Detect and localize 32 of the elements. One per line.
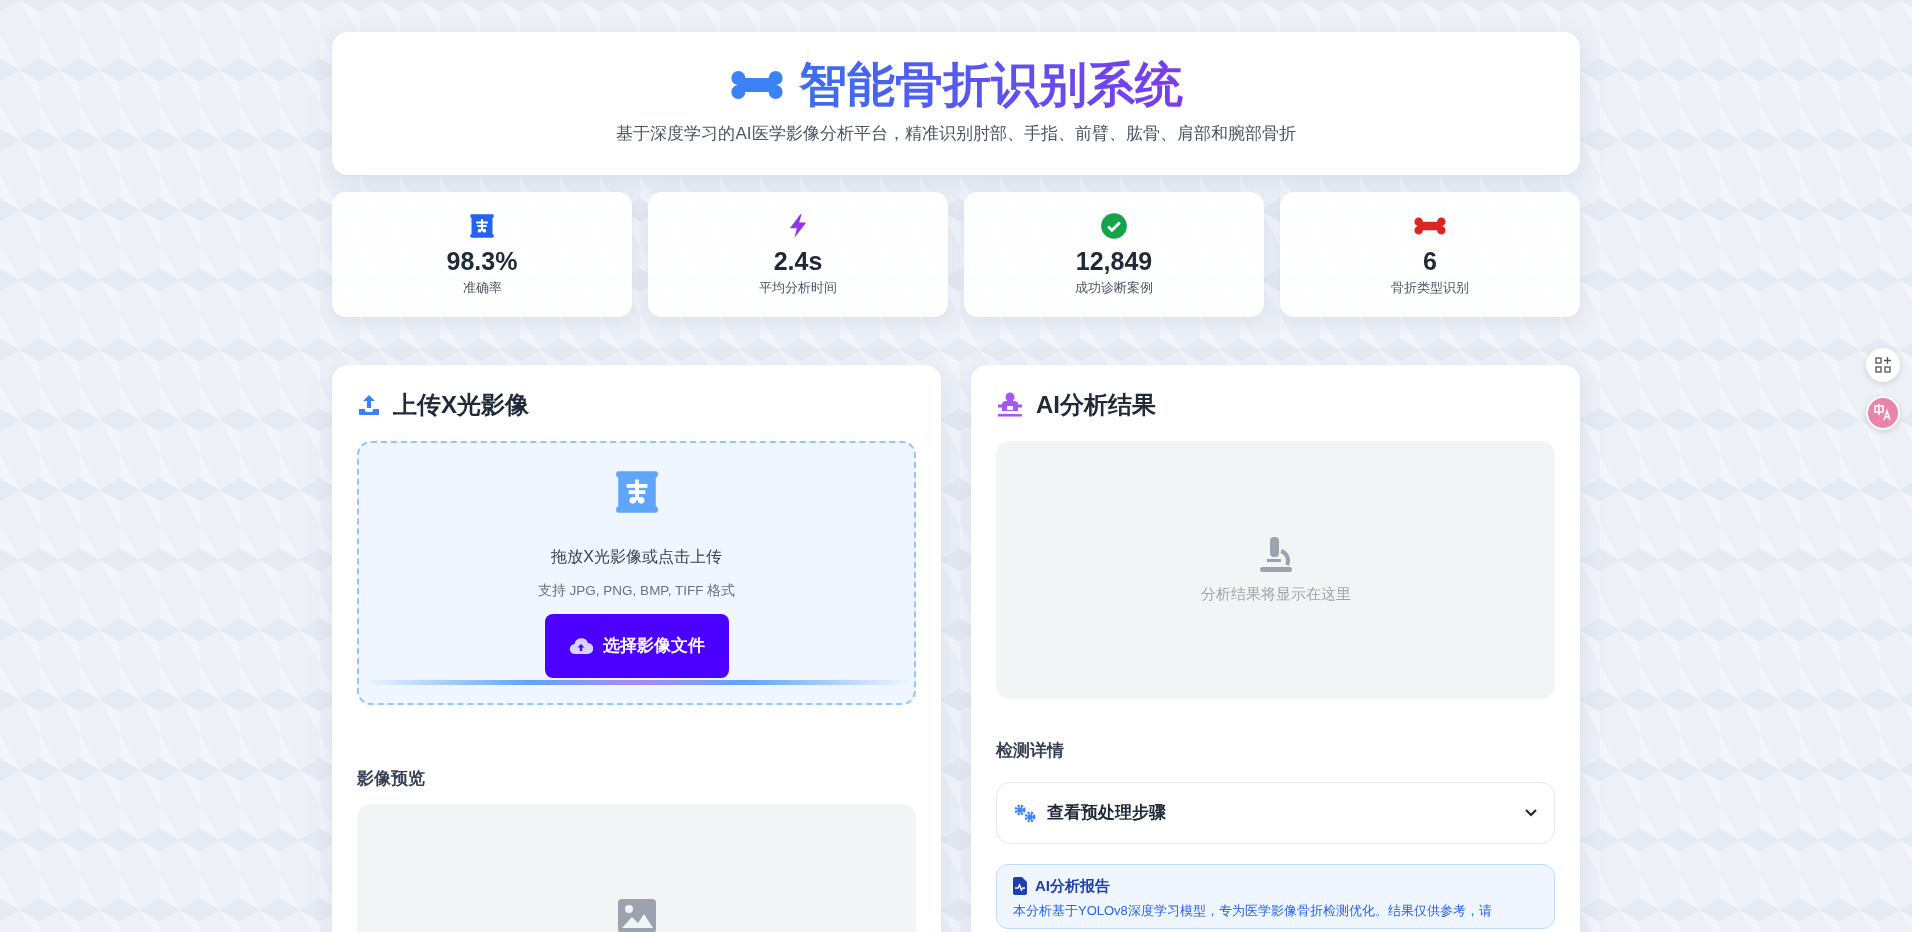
report-title: AI分析报告 — [1035, 876, 1110, 896]
cloud-upload-icon — [568, 636, 593, 655]
choose-file-button[interactable]: 选择影像文件 — [544, 613, 729, 678]
preprocessing-accordion[interactable]: 查看预处理步骤 — [996, 781, 1555, 844]
drop-zone[interactable]: 拖放X光影像或点击上传 支持 JPG, PNG, BMP, TIFF 格式 选择影像文件 — [357, 440, 916, 705]
translate-icon — [1868, 398, 1898, 428]
upload-icon — [357, 392, 381, 417]
empty-state-text: 分析结果将显示在这里 — [1200, 585, 1351, 605]
doctor-icon — [996, 391, 1024, 418]
stat-value: 98.3% — [446, 247, 518, 277]
panel-title: AI分析结果 — [1036, 389, 1156, 420]
drop-prompt: 拖放X光影像或点击上传 — [551, 546, 722, 567]
apps-button[interactable] — [1866, 348, 1900, 382]
stat-value: 6 — [1423, 247, 1437, 277]
subtitle: 基于深度学习的AI医学影像分析平台，精准识别肘部、手指、前臂、肱骨、肩部和腕部骨折 — [616, 122, 1296, 145]
chevron-icon — [1524, 807, 1538, 818]
section-heading: 检测详情 — [996, 739, 1065, 762]
section-heading: 影像预览 — [357, 767, 426, 790]
stat-label: 准确率 — [462, 279, 502, 298]
gears-icon — [1013, 802, 1037, 823]
bone-icon — [729, 69, 785, 100]
check-circle-icon — [1100, 211, 1128, 242]
grid-plus-icon — [1875, 357, 1891, 373]
document-icon — [1013, 877, 1027, 896]
stat-value: 2.4s — [773, 247, 823, 277]
stat-label: 成功诊断案例 — [1075, 279, 1153, 298]
report-text: 本分析基于YOLOv8深度学习模型，专为医学影像骨折检测优化。结果仅供参考，请 — [1013, 901, 1493, 920]
panel-title: 上传X光影像 — [393, 389, 529, 420]
format-hint: 支持 JPG, PNG, BMP, TIFF 格式 — [537, 581, 736, 600]
stat-value: 12,849 — [1075, 247, 1153, 277]
stat-label: 平均分析时间 — [759, 279, 837, 298]
stat-label: 骨折类型识别 — [1391, 279, 1469, 298]
